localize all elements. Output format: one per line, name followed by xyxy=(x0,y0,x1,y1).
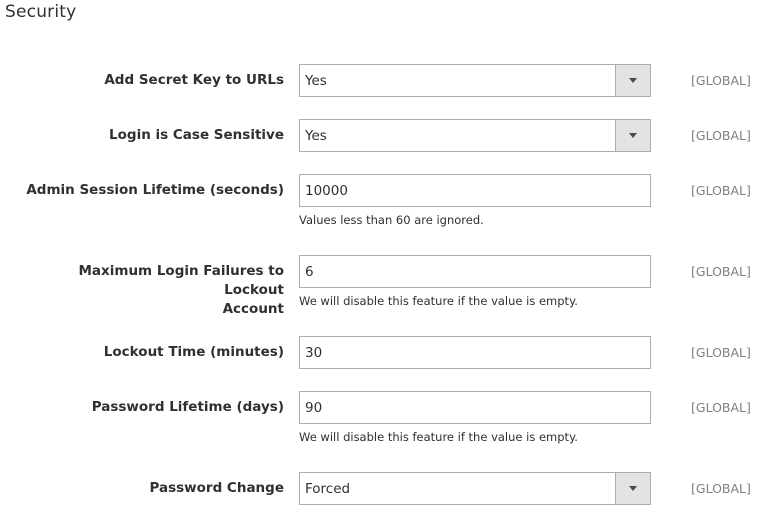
max-login-failures-input-wrap xyxy=(299,255,651,288)
field-label: Lockout Time (minutes) xyxy=(103,344,284,360)
field-label-line2: Account xyxy=(222,301,284,317)
select-value: Yes xyxy=(305,128,327,144)
scope-label: [GLOBAL] xyxy=(691,183,751,198)
admin-session-lifetime-input[interactable] xyxy=(305,175,635,206)
add-secret-key-select[interactable]: Yes xyxy=(299,64,651,97)
scope-label: [GLOBAL] xyxy=(691,481,751,496)
field-note: We will disable this feature if the valu… xyxy=(299,430,578,444)
lockout-time-input[interactable] xyxy=(305,337,635,368)
field-note: We will disable this feature if the valu… xyxy=(299,294,578,308)
field-label: Login is Case Sensitive xyxy=(109,127,284,143)
caret-down-icon xyxy=(629,486,637,491)
field-label: Password Change xyxy=(149,480,284,496)
select-value: Forced xyxy=(305,481,351,497)
password-lifetime-input-wrap xyxy=(299,391,651,424)
field-note: Values less than 60 are ignored. xyxy=(299,213,484,227)
login-case-sensitive-select[interactable]: Yes xyxy=(299,119,651,152)
select-value: Yes xyxy=(305,73,327,89)
field-label: Maximum Login Failures to Lockout Accoun… xyxy=(14,262,285,319)
scope-label: [GLOBAL] xyxy=(691,345,751,360)
scope-label: [GLOBAL] xyxy=(691,400,751,415)
admin-session-lifetime-input-wrap xyxy=(299,174,651,207)
dropdown-button[interactable] xyxy=(615,120,650,151)
field-label: Admin Session Lifetime (seconds) xyxy=(26,182,284,198)
field-label: Add Secret Key to URLs xyxy=(104,72,284,88)
scope-label: [GLOBAL] xyxy=(691,264,751,279)
max-login-failures-input[interactable] xyxy=(305,256,635,287)
caret-down-icon xyxy=(629,133,637,138)
caret-down-icon xyxy=(629,78,637,83)
section-title: Security xyxy=(5,2,77,22)
field-label: Password Lifetime (days) xyxy=(91,399,284,415)
field-label-line1: Maximum Login Failures to Lockout xyxy=(78,263,285,298)
lockout-time-input-wrap xyxy=(299,336,651,369)
scope-label: [GLOBAL] xyxy=(691,73,751,88)
password-lifetime-input[interactable] xyxy=(305,392,635,423)
dropdown-button[interactable] xyxy=(615,473,650,504)
scope-label: [GLOBAL] xyxy=(691,128,751,143)
dropdown-button[interactable] xyxy=(615,65,650,96)
password-change-select[interactable]: Forced xyxy=(299,472,651,505)
